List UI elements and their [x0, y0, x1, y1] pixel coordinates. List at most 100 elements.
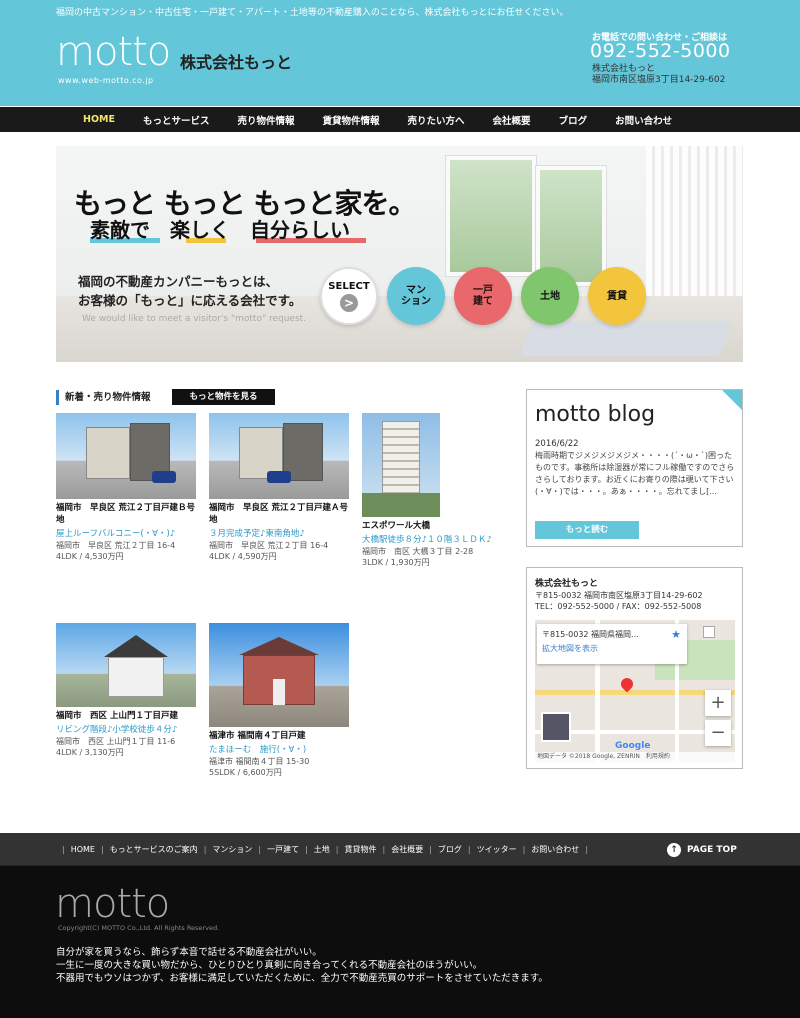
property-spec: 3LDK / 1,930万円 — [362, 558, 430, 567]
hero-desc-1: 福岡の不動産カンパニーもっとは、 — [78, 274, 279, 289]
google-logo: Google — [615, 741, 651, 751]
footer-link-blog[interactable]: ブログ — [438, 844, 462, 855]
category-house-button[interactable]: 一戸 建て — [454, 267, 512, 325]
header-company-small: 株式会社もっと — [592, 64, 656, 74]
property-image[interactable] — [56, 623, 196, 707]
property-image[interactable] — [56, 413, 196, 499]
property-catch[interactable]: ３月完成予定♪東南角地♪ — [209, 528, 349, 540]
footer-link-home[interactable]: HOME — [71, 845, 95, 854]
map-enlarge-link[interactable]: 拡大地図を表示 — [542, 642, 682, 656]
property-spec: 5SLDK / 6,600万円 — [209, 768, 282, 777]
zoom-out-button[interactable]: − — [705, 720, 731, 746]
footer-message-2: 一生に一度の大きな買い物だから、ひとりひとり真剣に向き合ってくれる不動産会社のほ… — [56, 960, 483, 971]
property-address: 福岡市 早良区 荒江２丁目 16-4 — [56, 541, 176, 550]
property-title: 福岡市 早良区 荒江２丁目戸建Ｂ号地 — [56, 503, 195, 525]
property-catch[interactable]: 大橋駅徒歩８分♪１０階３ＬＤＫ♪ — [362, 534, 502, 546]
footer-link-contact[interactable]: お問い合わせ — [531, 844, 579, 855]
news-section-title: 新着・売り物件情報 — [56, 390, 151, 405]
site-logo[interactable]: motto — [56, 30, 171, 74]
blog-title[interactable]: motto blog — [535, 402, 655, 427]
property-catch[interactable]: たまほーむ 施行(・∀・) — [209, 744, 349, 756]
page-top-button[interactable]: ↑ PAGE TOP — [667, 843, 737, 857]
fullscreen-icon[interactable] — [703, 626, 715, 638]
property-address: 福岡市 西区 上山門１丁目 11-6 — [56, 737, 176, 746]
nav-sellers[interactable]: 売りたい方へ — [408, 113, 465, 127]
more-properties-button[interactable]: もっと物件を見る — [172, 389, 275, 405]
category-land-button[interactable]: 土地 — [521, 267, 579, 325]
property-image[interactable] — [209, 623, 349, 727]
footer-link-house[interactable]: 一戸建て — [267, 844, 299, 855]
site-footer: motto Copyright(C) MOTTO Co.,Ltd. All Ri… — [0, 866, 800, 1018]
hero-banner: もっと もっと もっと家を。 素敵で 楽しく 自分らしい 福岡の不動産カンパニー… — [56, 146, 743, 362]
tagline: 福岡の中古マンション・中古住宅・一戸建て・アパート・土地等の不動産購入のことなら… — [56, 8, 569, 18]
footer-link-rent[interactable]: 賃貸物件 — [345, 844, 377, 855]
property-image[interactable] — [209, 413, 349, 499]
property-catch[interactable]: 屋上ルーフバルコニー(・∀・)♪ — [56, 528, 196, 540]
star-icon[interactable]: ★ — [671, 628, 681, 642]
page-top-label: PAGE TOP — [687, 845, 737, 855]
property-card[interactable]: エスポワール大橋 大橋駅徒歩８分♪１０階３ＬＤＫ♪ 福岡市 南区 大橋３丁目 2… — [362, 413, 492, 568]
hero-subline: 素敵で 楽しく 自分らしい — [90, 218, 350, 242]
property-card[interactable]: 福岡市 早良区 荒江２丁目戸建Ｂ号地 屋上ルーフバルコニー(・∀・)♪ 福岡市 … — [56, 413, 196, 562]
company-info-box: 株式会社もっと 〒815-0032 福岡市南区塩原3丁目14-29-602 TE… — [526, 567, 743, 769]
property-address: 福津市 福間南４丁目 15-30 — [209, 757, 310, 766]
copyright: Copyright(C) MOTTO Co.,Ltd. All Rights R… — [58, 924, 220, 932]
property-title: エスポワール大橋 — [362, 521, 431, 531]
property-card[interactable]: 福津市 福間南４丁目戸建 たまほーむ 施行(・∀・) 福津市 福間南４丁目 15… — [209, 623, 349, 778]
footer-message: 自分が家を買うなら、飾らず本音で話せる不動産会社がいい。 一生に一度の大きな買い… — [56, 946, 548, 985]
footer-logo: motto — [55, 881, 170, 927]
blog-date: 2016/6/22 — [535, 439, 579, 449]
hero-description: 福岡の不動産カンパニーもっとは、 お客様の「もっと」に応える会社です。 — [78, 272, 301, 310]
satellite-toggle[interactable] — [541, 712, 571, 742]
main-nav: HOME もっとサービス 売り物件情報 賃貸物件情報 売りたい方へ 会社概要 ブ… — [56, 107, 743, 132]
property-spec: 4LDK / 4,530万円 — [56, 552, 124, 561]
select-button[interactable]: SELECT > — [320, 267, 378, 325]
arrow-up-icon: ↑ — [667, 843, 681, 857]
nav-contact[interactable]: お問い合わせ — [615, 113, 672, 127]
category-rent-button[interactable]: 賃貸 — [588, 267, 646, 325]
footer-link-company[interactable]: 会社概要 — [391, 844, 423, 855]
map-attribution: 地図データ ©2018 Google, ZENRIN 利用規約 — [535, 752, 735, 762]
property-card[interactable]: 福岡市 西区 上山門１丁目戸建 リビング階段♪小学校徒歩４分♪ 福岡市 西区 上… — [56, 623, 196, 758]
property-spec: 4LDK / 4,590万円 — [209, 552, 277, 561]
property-address: 福岡市 南区 大橋３丁目 2-28 — [362, 547, 474, 556]
footer-link-service[interactable]: もっとサービスのご案内 — [110, 844, 198, 855]
phone-number[interactable]: 092-552-5000 — [590, 40, 731, 62]
property-title: 福津市 福間南４丁目戸建 — [209, 731, 306, 741]
nav-bg-left — [0, 107, 56, 132]
nav-company[interactable]: 会社概要 — [493, 113, 531, 127]
nav-home[interactable]: HOME — [83, 114, 115, 125]
logo-url: www.web-motto.co.jp — [58, 76, 154, 85]
company-box-tel: TEL：092-552-5000 / FAX：092-552-5008 — [535, 602, 702, 611]
nav-rent[interactable]: 賃貸物件情報 — [323, 113, 380, 127]
nav-bg-right — [743, 107, 800, 132]
header-company-info: 株式会社もっと 福岡市南区塩原3丁目14-29-602 — [592, 64, 725, 86]
company-name: 株式会社もっと — [180, 53, 293, 72]
nav-service[interactable]: もっとサービス — [143, 113, 210, 127]
select-label: SELECT — [328, 280, 370, 292]
corner-ribbon — [722, 390, 742, 410]
nav-blog[interactable]: ブログ — [559, 113, 588, 127]
site-header: 福岡の中古マンション・中古住宅・一戸建て・アパート・土地等の不動産購入のことなら… — [0, 0, 800, 106]
footer-link-twitter[interactable]: ツイッター — [477, 844, 517, 855]
footer-message-3: 不器用でもウソはつかず、お客様に満足していただくために、全力で不動産売買のサポー… — [56, 973, 548, 984]
property-title: 福岡市 西区 上山門１丁目戸建 — [56, 711, 178, 721]
zoom-in-button[interactable]: + — [705, 690, 731, 716]
footer-links: | HOME | もっとサービスのご案内 | マンション | 一戸建て | 土地 | 賃貸物… — [62, 844, 589, 855]
company-box-address: 〒815-0032 福岡市南区塩原3丁目14-29-602 — [535, 591, 703, 600]
footer-link-mansion[interactable]: マンション — [212, 844, 252, 855]
hero-desc-2: お客様の「もっと」に応える会社です。 — [78, 293, 302, 308]
property-catch[interactable]: リビング階段♪小学校徒歩４分♪ — [56, 724, 196, 736]
property-image[interactable] — [362, 413, 440, 517]
arrow-right-icon: > — [340, 293, 358, 312]
nav-sale[interactable]: 売り物件情報 — [238, 113, 295, 127]
category-mansion-button[interactable]: マン ション — [387, 267, 445, 325]
blog-read-more-button[interactable]: もっと読む — [535, 521, 639, 539]
footer-link-land[interactable]: 土地 — [314, 844, 330, 855]
property-card[interactable]: 福岡市 早良区 荒江２丁目戸建Ａ号地 ３月完成予定♪東南角地♪ 福岡市 早良区 … — [209, 413, 349, 562]
header-address: 福岡市南区塩原3丁目14-29-602 — [592, 75, 726, 85]
map-popup-address: 〒815-0032 福岡県福岡... — [542, 630, 639, 639]
company-box-contact: 〒815-0032 福岡市南区塩原3丁目14-29-602 TEL：092-55… — [535, 590, 703, 612]
google-map[interactable]: 〒815-0032 福岡県福岡... 拡大地図を表示 ★ + − Google … — [535, 620, 735, 762]
map-popup: 〒815-0032 福岡県福岡... 拡大地図を表示 ★ — [537, 624, 687, 664]
